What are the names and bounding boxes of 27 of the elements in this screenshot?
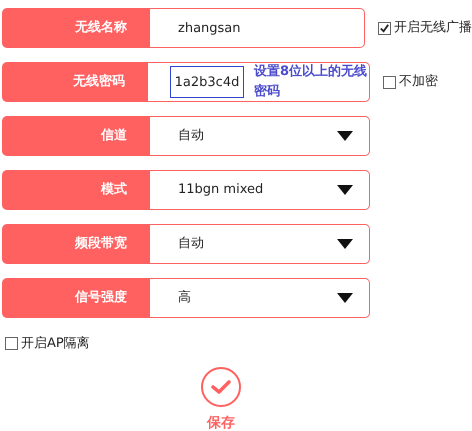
save-button[interactable]	[201, 366, 241, 406]
dropdown[interactable]: 自动	[150, 116, 370, 156]
check-icon	[379, 22, 390, 34]
field-label: 频段带宽	[2, 224, 150, 264]
checkbox[interactable]	[383, 76, 396, 88]
caret-icon	[337, 131, 353, 141]
field-label: 信道	[2, 116, 150, 156]
dropdown[interactable]: 11bgn mixed	[150, 170, 370, 210]
check-icon	[211, 380, 231, 394]
checkbox-label: 开启AP隔离	[21, 335, 90, 353]
checkbox[interactable]	[5, 337, 18, 350]
checkbox-label: 开启无线广播	[394, 19, 472, 38]
field-label: 模式	[2, 170, 150, 210]
field-label: 信号强度	[2, 278, 150, 318]
save-label: 保存	[207, 414, 235, 431]
password-field[interactable]: 1a2b3c4d	[170, 66, 244, 98]
checkbox[interactable]	[378, 22, 391, 34]
password-hint: 设置8位以上的无线密码	[254, 63, 368, 101]
caret-icon	[337, 293, 353, 303]
caret-icon	[337, 185, 353, 195]
caret-icon	[337, 239, 353, 249]
field-label: 无线名称	[2, 8, 150, 48]
checkbox-label: 不加密	[399, 73, 438, 92]
name-field[interactable]: zhangsan	[150, 8, 365, 48]
dropdown[interactable]: 高	[150, 278, 370, 318]
dropdown[interactable]: 自动	[150, 224, 370, 264]
field-label: 无线密码	[2, 62, 148, 102]
